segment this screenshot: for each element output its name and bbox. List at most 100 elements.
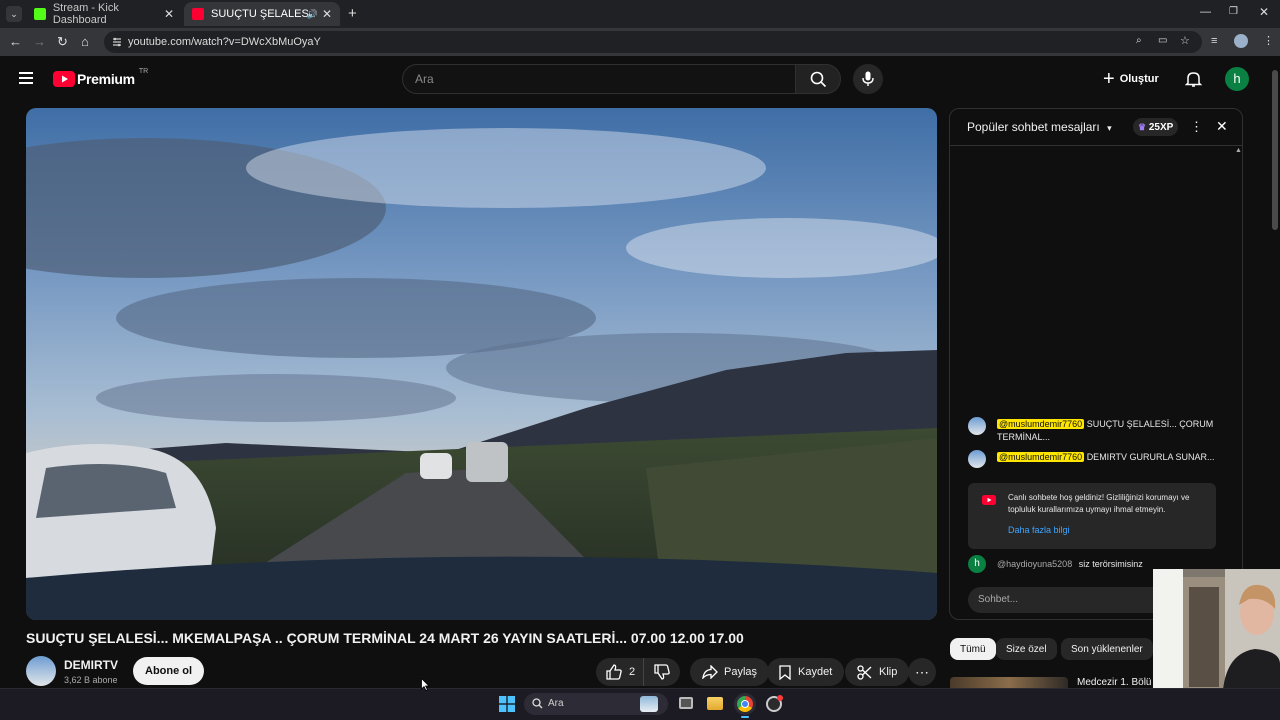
chat-mention[interactable]: @muslumdemir7760 xyxy=(997,419,1085,429)
task-view-icon[interactable] xyxy=(679,697,693,709)
like-count: 2 xyxy=(629,666,636,678)
tab-youtube-video[interactable]: SUUÇTU ŞELALESİ... MKEMA 🔊 ✕ xyxy=(184,2,340,26)
recommended-title[interactable]: Medcezir 1. Bölü xyxy=(1077,677,1151,688)
notifications-bell-icon[interactable] xyxy=(1185,70,1202,88)
thumbs-up-icon xyxy=(606,664,622,680)
dislike-button[interactable] xyxy=(643,658,680,686)
xp-badge[interactable]: ♛ 25XP xyxy=(1133,118,1179,136)
restore-icon[interactable]: ❐ xyxy=(1229,6,1238,17)
search-icon xyxy=(810,71,827,88)
chat-mention[interactable]: @muslumdemir7760 xyxy=(997,452,1085,462)
live-chat-panel: Popüler sohbet mesajları ▾ ♛ 25XP ⋮ ✕ ▲ … xyxy=(949,108,1243,620)
subscriber-count: 3,62 B abone xyxy=(64,675,118,685)
forward-icon[interactable]: → xyxy=(33,34,46,49)
new-tab-button[interactable]: + xyxy=(348,5,357,22)
chat-author-avatar[interactable] xyxy=(968,450,986,468)
obs-app-icon[interactable] xyxy=(766,695,783,712)
mouse-cursor-icon xyxy=(421,678,430,691)
taskbar-search-label: Ara xyxy=(548,698,564,709)
page-scrollbar[interactable] xyxy=(1272,70,1278,230)
subscribe-button[interactable]: Abone ol xyxy=(133,657,205,685)
search-button[interactable] xyxy=(795,64,841,94)
account-avatar[interactable]: h xyxy=(1225,67,1249,91)
voice-search-button[interactable] xyxy=(853,64,883,94)
chat-scroll-up-icon[interactable]: ▲ xyxy=(1235,147,1242,154)
webcam-overlay xyxy=(1153,569,1280,690)
channel-name[interactable]: DEMIRTV xyxy=(64,658,118,672)
tab-search-button[interactable]: ⌄ xyxy=(6,6,22,22)
close-tab-icon[interactable]: ✕ xyxy=(322,7,332,21)
bookmark-star-icon[interactable]: ☆ xyxy=(1180,34,1190,47)
tab-title: SUUÇTU ŞELALESİ... MKEMA xyxy=(211,8,309,20)
share-arrow-icon xyxy=(702,665,718,679)
browser-tab-bar: ⌄ Stream - Kick Dashboard ✕ SUUÇTU ŞELAL… xyxy=(0,0,1280,28)
file-explorer-icon[interactable] xyxy=(707,697,723,710)
minimize-icon[interactable]: — xyxy=(1200,6,1211,18)
welcome-text: Canlı sohbete hoş geldiniz! Gizliliğiniz… xyxy=(1008,493,1190,514)
profile-avatar[interactable] xyxy=(1234,34,1248,48)
logo-country: TR xyxy=(138,67,149,75)
chat-message: @muslumdemir7760 DEMIRTV GURURLA SUNAR..… xyxy=(997,451,1217,464)
clip-label: Klip xyxy=(879,666,898,678)
chevron-down-icon: ▾ xyxy=(1107,123,1112,133)
video-frame-road-scene xyxy=(26,108,937,620)
video-player[interactable] xyxy=(26,108,937,620)
reading-list-icon[interactable]: ≡ xyxy=(1211,35,1217,47)
video-title: SUUÇTU ŞELALESİ... MKEMALPAŞA .. ÇORUM T… xyxy=(26,630,744,646)
clip-button[interactable]: Klip xyxy=(845,658,910,686)
tab-title: Stream - Kick Dashboard xyxy=(52,2,119,26)
speaker-icon[interactable]: 🔊 xyxy=(307,9,318,20)
chat-message: @muslumdemir7760 SUUÇTU ŞELALESİ... ÇORU… xyxy=(997,418,1217,444)
save-label: Kaydet xyxy=(798,666,833,678)
share-button[interactable]: Paylaş xyxy=(690,658,770,686)
chat-author-name[interactable]: @haydioyuna5208 xyxy=(997,559,1072,569)
streamer-webcam-image xyxy=(1153,569,1280,690)
xp-value: 25XP xyxy=(1148,122,1174,133)
taskbar-search[interactable]: Ara xyxy=(524,693,668,715)
youtube-play-logo-icon xyxy=(53,71,75,87)
close-tab-icon[interactable]: ✕ xyxy=(164,7,174,21)
chip-for-you[interactable]: Size özel xyxy=(996,638,1057,660)
search-placeholder: Ara xyxy=(415,72,434,86)
chip-recently-uploaded[interactable]: Son yüklenenler xyxy=(1061,638,1153,660)
chrome-icon[interactable] xyxy=(737,696,753,712)
more-actions-button[interactable]: ⋯ xyxy=(908,658,936,686)
search-input[interactable]: Ara xyxy=(402,64,796,94)
reload-icon[interactable]: ↻ xyxy=(57,34,68,50)
zoom-icon[interactable]: ⌕ xyxy=(1136,35,1142,46)
hamburger-menu-icon[interactable] xyxy=(19,72,33,84)
plus-icon: + xyxy=(1103,68,1115,90)
browser-menu-icon[interactable]: ⋮ xyxy=(1263,34,1274,47)
chat-input-placeholder: Sohbet... xyxy=(978,594,1019,605)
chip-all[interactable]: Tümü xyxy=(950,638,996,660)
site-info-icon[interactable] xyxy=(111,36,123,48)
windows-start-icon[interactable] xyxy=(499,696,515,712)
create-label: Oluştur xyxy=(1119,73,1159,85)
address-field[interactable]: youtube.com/watch?v=DWcXbMuOyaY ⌕ ▭ ☆ xyxy=(104,31,1202,53)
chat-author-avatar[interactable]: h xyxy=(968,555,986,573)
back-icon[interactable]: ← xyxy=(9,34,22,49)
thumbs-down-icon xyxy=(654,664,670,680)
cast-icon[interactable]: ▭ xyxy=(1158,35,1167,46)
app-running-indicator xyxy=(741,716,749,718)
crown-icon: ♛ xyxy=(1138,122,1147,132)
recommended-thumbnail[interactable] xyxy=(950,677,1068,688)
create-button[interactable]: + Oluştur xyxy=(1103,66,1159,92)
chat-message-text: DEMIRTV GURURLA SUNAR... xyxy=(1086,452,1215,462)
url-text: youtube.com/watch?v=DWcXbMuOyaY xyxy=(128,36,321,48)
save-button[interactable]: Kaydet xyxy=(767,658,845,686)
tab-kick-dashboard[interactable]: Stream - Kick Dashboard ✕ xyxy=(26,2,182,26)
home-icon[interactable]: ⌂ xyxy=(81,34,89,49)
chat-mode-dropdown[interactable]: Popüler sohbet mesajları ▾ xyxy=(967,120,1112,134)
close-window-icon[interactable]: ✕ xyxy=(1259,5,1269,19)
chat-menu-icon[interactable]: ⋮ xyxy=(1190,119,1203,135)
microphone-icon xyxy=(862,71,874,86)
like-button[interactable]: 2 xyxy=(596,658,646,686)
close-chat-icon[interactable]: ✕ xyxy=(1216,118,1228,135)
logo-text: Premium xyxy=(77,71,135,87)
chat-author-avatar[interactable] xyxy=(968,417,986,435)
learn-more-link[interactable]: Daha fazla bilgi xyxy=(1008,525,1070,535)
kick-favicon-icon xyxy=(34,8,46,20)
youtube-logo[interactable]: Premium TR xyxy=(53,67,149,88)
channel-avatar[interactable] xyxy=(26,656,56,686)
